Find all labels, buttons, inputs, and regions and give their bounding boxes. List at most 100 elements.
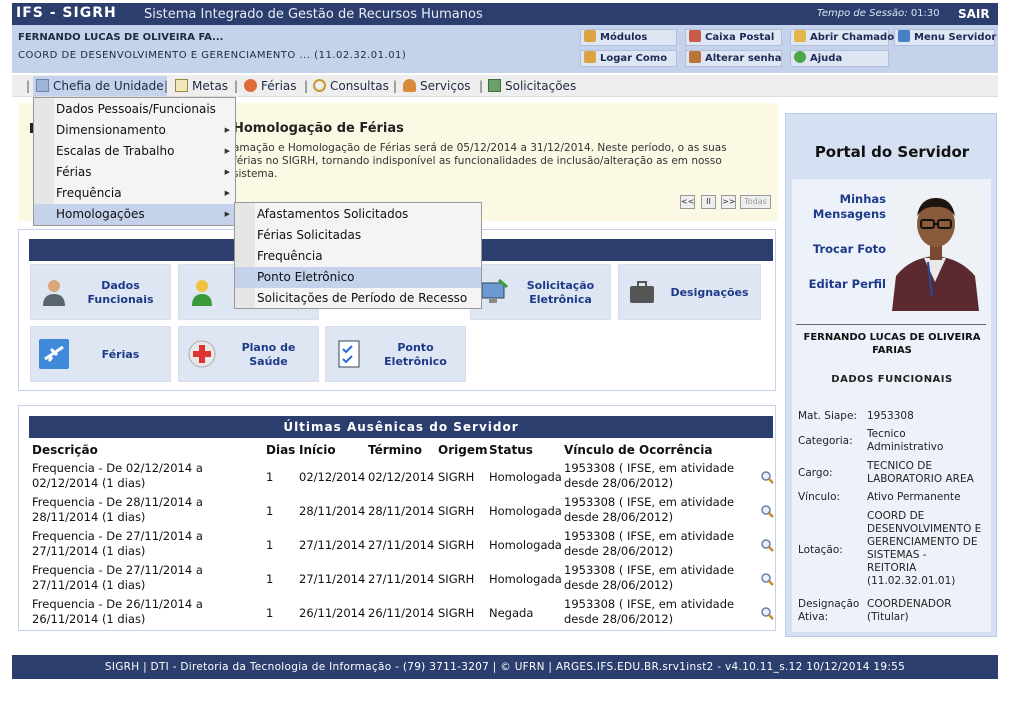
magnifier-icon[interactable] <box>760 572 774 586</box>
tile-dados-funcionais-label: Dados Funcionais <box>87 279 154 306</box>
submenu-arrow-icon: ▶ <box>224 147 230 155</box>
ajuda-label: Ajuda <box>810 53 843 64</box>
footer: SIGRH | DTI - Diretoria da Tecnologia de… <box>12 655 998 679</box>
portal-divider <box>796 324 986 325</box>
portal-title: Portal do Servidor <box>814 143 970 161</box>
magnifier-icon[interactable] <box>760 470 774 484</box>
col-descricao: Descrição <box>32 443 98 457</box>
submenu-item-ferias-solicitadas[interactable]: Férias Solicitadas <box>235 225 481 246</box>
cell-vinculo: 1953308 ( IFSE, em atividade desde 28/06/… <box>564 529 735 558</box>
cell-status: Homologada <box>489 572 562 586</box>
pencil-icon <box>794 30 806 42</box>
modulos-button[interactable]: Módulos <box>580 29 677 46</box>
menu-ferias[interactable]: Férias <box>241 76 300 96</box>
magnifier-icon[interactable] <box>760 538 774 552</box>
lifebuoy-icon <box>244 79 257 92</box>
magnifier-icon[interactable] <box>760 606 774 620</box>
tile-plano-saude[interactable]: Plano de Saúde <box>178 326 319 382</box>
portal-user-name: FERNANDO LUCAS DE OLIVEIRA FARIAS <box>803 332 981 356</box>
submenu-item-ponto-eletronico[interactable]: Ponto Eletrônico <box>235 267 481 288</box>
abrir-chamado-button[interactable]: Abrir Chamado <box>790 29 894 46</box>
col-status: Status <box>489 443 533 457</box>
pager-all-button[interactable]: Todas <box>740 195 771 209</box>
menu-metas[interactable]: Metas <box>172 76 231 96</box>
editar-perfil-link[interactable]: Editar Perfil <box>806 277 886 292</box>
designacao-value: COORDENADOR (Titular) <box>867 598 952 623</box>
tile-ponto-eletronico[interactable]: Ponto Eletrônico <box>325 326 466 382</box>
logar-como-label: Logar Como <box>600 53 668 64</box>
tile-designacoes[interactable]: Designações <box>618 264 761 320</box>
trocar-foto-link[interactable]: Trocar Foto <box>806 242 886 257</box>
main-menu-bar: | Chefia de Unidade | Metas | Férias | C… <box>12 75 998 97</box>
cell-origem: SIGRH <box>438 538 475 552</box>
menu-item-frequencia[interactable]: Frequência ▶ <box>34 183 235 204</box>
cell-inicio: 26/11/2014 <box>299 606 366 620</box>
vinculo-value: Ativo Permanente <box>867 491 961 503</box>
cell-origem: SIGRH <box>438 572 475 586</box>
submenu-item-afastamentos[interactable]: Afastamentos Solicitados <box>235 204 481 225</box>
submenu-arrow-icon: ▶ <box>224 126 230 134</box>
checklist-icon <box>334 339 364 369</box>
cell-vinculo: 1953308 ( IFSE, em atividade desde 28/06/… <box>564 461 735 490</box>
caixa-postal-button[interactable]: Caixa Postal <box>685 29 782 46</box>
alterar-senha-button[interactable]: Alterar senha <box>685 50 782 67</box>
menu-solicitacoes-label: Solicitações <box>505 79 577 93</box>
menu-separator: | <box>479 79 484 93</box>
abrir-chamado-label: Abrir Chamado <box>810 32 895 43</box>
menu-separator: | <box>393 79 398 93</box>
tile-solicitacao-eletronica-label: Solicitação Eletrônica <box>526 279 595 306</box>
logout-button[interactable]: SAIR <box>958 7 990 21</box>
menu-solicitacoes[interactable]: Solicitações <box>485 76 579 96</box>
pager-pause-button[interactable]: II <box>701 195 716 209</box>
menu-item-dados-pessoais[interactable]: Dados Pessoais/Funcionais <box>34 99 235 120</box>
pager-prev-button[interactable]: << <box>680 195 695 209</box>
profile-photo <box>890 186 981 311</box>
table-row: Frequencia - De 27/11/2014 a 27/11/2014 (… <box>19 563 777 597</box>
siape-value: 1953308 <box>867 410 914 422</box>
menu-chefia-de-unidade[interactable]: Chefia de Unidade <box>33 76 167 96</box>
submenu-arrow-icon: ▶ <box>224 189 230 197</box>
submenu-item-periodo-recesso[interactable]: Solicitações de Período de Recesso <box>235 288 481 309</box>
cell-descricao: Frequencia - De 27/11/2014 a 27/11/2014 (… <box>32 563 203 592</box>
ajuda-button[interactable]: Ajuda <box>790 50 889 67</box>
cell-termino: 26/11/2014 <box>368 606 435 620</box>
menu-item-homologacoes[interactable]: Homologações ▶ <box>34 204 235 225</box>
notepad-icon <box>175 79 188 92</box>
tile-solicitacao-eletronica[interactable]: Solicitação Eletrônica <box>470 264 611 320</box>
cell-dias: 1 <box>266 572 274 586</box>
user-unit: COORD DE DESENVOLVIMENTO E GERENCIAMENTO… <box>18 50 407 61</box>
menu-item-escalas[interactable]: Escalas de Trabalho ▶ <box>34 141 235 162</box>
magnifier-icon[interactable] <box>760 504 774 518</box>
lotacao-value: COORD DE DESENVOLVIMENTO E GERENCIAMENTO… <box>867 510 982 587</box>
menu-servidor-button[interactable]: Menu Servidor <box>894 29 997 46</box>
minhas-mensagens-link[interactable]: Minhas Mensagens <box>806 192 886 222</box>
menu-servidor-label: Menu Servidor <box>914 32 997 43</box>
cell-descricao: Frequencia - De 27/11/2014 a 27/11/2014 (… <box>32 529 203 558</box>
notice-title: Homologação de Férias <box>233 121 404 136</box>
menu-consultas[interactable]: Consultas <box>310 76 392 96</box>
session-time: 01:30 <box>910 8 940 19</box>
briefcase-icon <box>627 277 657 307</box>
cell-termino: 02/12/2014 <box>368 470 435 484</box>
person-icon <box>403 79 416 92</box>
cell-origem: SIGRH <box>438 470 475 484</box>
tile-ferias[interactable]: Férias <box>30 326 171 382</box>
lotacao-label: Lotação: <box>798 544 843 556</box>
categoria-value: Tecnico Administrativo <box>867 428 944 453</box>
submenu-item-frequencia[interactable]: Frequência <box>235 246 481 267</box>
system-short-name: IFS - SIGRH <box>16 5 117 21</box>
table-row: Frequencia - De 02/12/2014 a 02/12/2014 (… <box>19 461 777 495</box>
menu-item-ferias[interactable]: Férias ▶ <box>34 162 235 183</box>
menu-separator: | <box>304 79 309 93</box>
magnifier-icon <box>313 79 326 92</box>
menu-item-dimensionamento[interactable]: Dimensionamento ▶ <box>34 120 235 141</box>
tile-dados-funcionais[interactable]: Dados Funcionais <box>30 264 171 320</box>
pager-next-button[interactable]: >> <box>721 195 736 209</box>
medical-cross-icon <box>187 339 217 369</box>
menu-servicos[interactable]: Serviços <box>400 76 474 96</box>
cargo-value: TECNICO DE LABORATORIO AREA <box>867 460 974 485</box>
cell-status: Homologada <box>489 504 562 518</box>
chefia-dropdown-menu: Dados Pessoais/Funcionais Dimensionament… <box>33 97 236 226</box>
logar-como-button[interactable]: Logar Como <box>580 50 677 67</box>
tile-ponto-eletronico-label: Ponto Eletrônico <box>384 341 447 368</box>
